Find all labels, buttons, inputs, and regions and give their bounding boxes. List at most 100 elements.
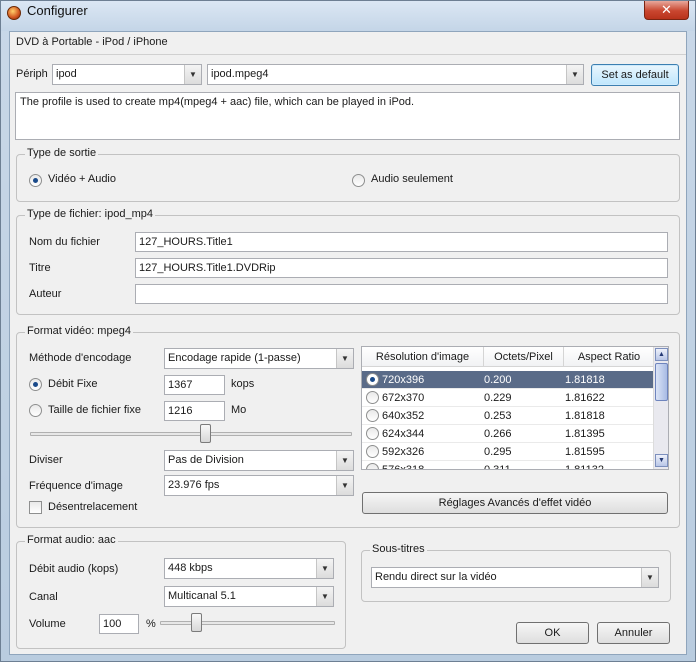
- device-label: Périph: [16, 68, 48, 80]
- row-radio[interactable]: [366, 445, 379, 458]
- row-radio[interactable]: [366, 427, 379, 440]
- cell-aspect-ratio: 1.81132: [565, 464, 604, 470]
- cell-bytes-per-pixel: 0.253: [484, 410, 512, 422]
- table-row[interactable]: 576x318 0.311 1.81132: [362, 461, 654, 470]
- profile-subtitle: DVD à Portable - iPod / iPhone: [16, 36, 168, 48]
- window-title: Configurer: [27, 3, 88, 18]
- column-header-aspect-ratio[interactable]: Aspect Ratio: [564, 347, 654, 367]
- cancel-button[interactable]: Annuler: [597, 622, 670, 644]
- volume-slider-thumb[interactable]: [191, 613, 202, 632]
- output-type-title: Type de sortie: [25, 147, 99, 159]
- fixed-size-radio[interactable]: [29, 404, 42, 417]
- video-format-title: Format vidéo: mpeg4: [25, 325, 133, 337]
- video-bitrate-slider[interactable]: [30, 432, 352, 436]
- volume-label: Volume: [29, 618, 66, 630]
- chevron-down-icon: ▼: [336, 451, 353, 470]
- filename-label: Nom du fichier: [29, 236, 100, 248]
- cell-bytes-per-pixel: 0.229: [484, 392, 512, 404]
- video-bitrate-unit: kops: [231, 378, 255, 390]
- title-input[interactable]: 127_HOURS.Title1.DVDRip: [135, 258, 668, 278]
- cell-aspect-ratio: 1.81622: [565, 392, 605, 404]
- title-label: Titre: [29, 262, 51, 274]
- row-radio[interactable]: [366, 373, 379, 386]
- cell-aspect-ratio: 1.81395: [565, 428, 605, 440]
- resolution-grid-header: Résolution d'image Octets/Pixel Aspect R…: [362, 347, 654, 367]
- volume-slider[interactable]: [160, 621, 335, 625]
- scroll-thumb[interactable]: [655, 363, 668, 401]
- table-row[interactable]: 720x396 0.200 1.81818: [362, 371, 654, 389]
- audio-only-label: Audio seulement: [371, 173, 453, 185]
- cell-aspect-ratio: 1.81595: [565, 446, 605, 458]
- resolution-grid[interactable]: Résolution d'image Octets/Pixel Aspect R…: [361, 346, 669, 470]
- table-row[interactable]: 592x326 0.295 1.81595: [362, 443, 654, 461]
- framerate-value: 23.976 fps: [168, 479, 220, 491]
- table-row[interactable]: 640x352 0.253 1.81818: [362, 407, 654, 425]
- framerate-select[interactable]: 23.976 fps ▼: [164, 475, 354, 496]
- video-audio-radio[interactable]: [29, 174, 42, 187]
- title-bar[interactable]: Configurer ✕: [1, 1, 695, 31]
- cell-resolution: 720x396: [382, 374, 425, 386]
- cell-aspect-ratio: 1.81818: [565, 410, 605, 422]
- row-radio[interactable]: [366, 391, 379, 404]
- encoding-method-select[interactable]: Encodage rapide (1-passe) ▼: [164, 348, 354, 369]
- subtitles-select[interactable]: Rendu direct sur la vidéo ▼: [371, 567, 659, 588]
- fixed-size-label: Taille de fichier fixe: [48, 404, 141, 416]
- cell-resolution: 576x318: [382, 464, 425, 470]
- profile-value: ipod.mpeg4: [211, 68, 269, 80]
- channel-select[interactable]: Multicanal 5.1 ▼: [164, 586, 334, 607]
- deinterlace-label: Désentrelacement: [48, 501, 138, 513]
- deinterlace-checkbox[interactable]: [29, 501, 42, 514]
- encoding-method-value: Encodage rapide (1-passe): [168, 352, 301, 364]
- chevron-down-icon: ▼: [316, 559, 333, 578]
- cell-aspect-ratio: 1.81818: [565, 374, 605, 386]
- cell-resolution: 672x370: [382, 392, 425, 404]
- column-header-bytes-per-pixel[interactable]: Octets/Pixel: [484, 347, 564, 367]
- cell-resolution: 624x344: [382, 428, 425, 440]
- file-size-input[interactable]: 1216: [164, 401, 225, 421]
- row-radio[interactable]: [366, 409, 379, 422]
- file-size-unit: Mo: [231, 404, 247, 416]
- volume-input[interactable]: 100: [99, 614, 139, 634]
- output-type-group: Type de sortie Vidéo + Audio Audio seule…: [16, 147, 680, 202]
- file-type-group: Type de fichier: ipod_mp4 Nom du fichier…: [16, 208, 680, 315]
- audio-only-radio[interactable]: [352, 174, 365, 187]
- channel-label: Canal: [29, 591, 58, 603]
- split-value: Pas de Division: [168, 454, 244, 466]
- filename-input[interactable]: 127_HOURS.Title1: [135, 232, 668, 252]
- video-bitrate-input[interactable]: 1367: [164, 375, 225, 395]
- volume-unit: %: [146, 618, 156, 630]
- chevron-down-icon: ▼: [184, 65, 201, 84]
- table-row[interactable]: 624x344 0.266 1.81395: [362, 425, 654, 443]
- profile-select[interactable]: ipod.mpeg4 ▼: [207, 64, 584, 85]
- scroll-up-icon[interactable]: ▲: [655, 348, 668, 361]
- divider: [10, 54, 686, 55]
- scroll-down-icon[interactable]: ▼: [655, 454, 668, 467]
- encoding-method-label: Méthode d'encodage: [29, 352, 132, 364]
- split-select[interactable]: Pas de Division ▼: [164, 450, 354, 471]
- set-default-button[interactable]: Set as default: [591, 64, 679, 86]
- ok-button[interactable]: OK: [516, 622, 589, 644]
- table-row[interactable]: 672x370 0.229 1.81622: [362, 389, 654, 407]
- video-bitrate-slider-thumb[interactable]: [200, 424, 211, 443]
- grid-scrollbar[interactable]: ▲ ▼: [653, 347, 668, 469]
- fixed-bitrate-radio[interactable]: [29, 378, 42, 391]
- row-radio[interactable]: [366, 463, 379, 469]
- author-input[interactable]: [135, 284, 668, 304]
- cell-bytes-per-pixel: 0.295: [484, 446, 512, 458]
- audio-format-title: Format audio: aac: [25, 534, 118, 546]
- cell-bytes-per-pixel: 0.266: [484, 428, 512, 440]
- subtitles-value: Rendu direct sur la vidéo: [375, 571, 497, 583]
- column-header-resolution[interactable]: Résolution d'image: [362, 347, 484, 367]
- device-select[interactable]: ipod ▼: [52, 64, 202, 85]
- chevron-down-icon: ▼: [641, 568, 658, 587]
- advanced-video-effects-button[interactable]: Réglages Avancés d'effet vidéo: [362, 492, 668, 514]
- device-value: ipod: [56, 68, 77, 80]
- cell-bytes-per-pixel: 0.311: [484, 464, 511, 470]
- chevron-down-icon: ▼: [316, 587, 333, 606]
- video-audio-label: Vidéo + Audio: [48, 173, 116, 185]
- close-button[interactable]: ✕: [644, 1, 689, 20]
- cell-resolution: 640x352: [382, 410, 425, 422]
- cell-resolution: 592x326: [382, 446, 425, 458]
- audio-bitrate-select[interactable]: 448 kbps ▼: [164, 558, 334, 579]
- chevron-down-icon: ▼: [336, 476, 353, 495]
